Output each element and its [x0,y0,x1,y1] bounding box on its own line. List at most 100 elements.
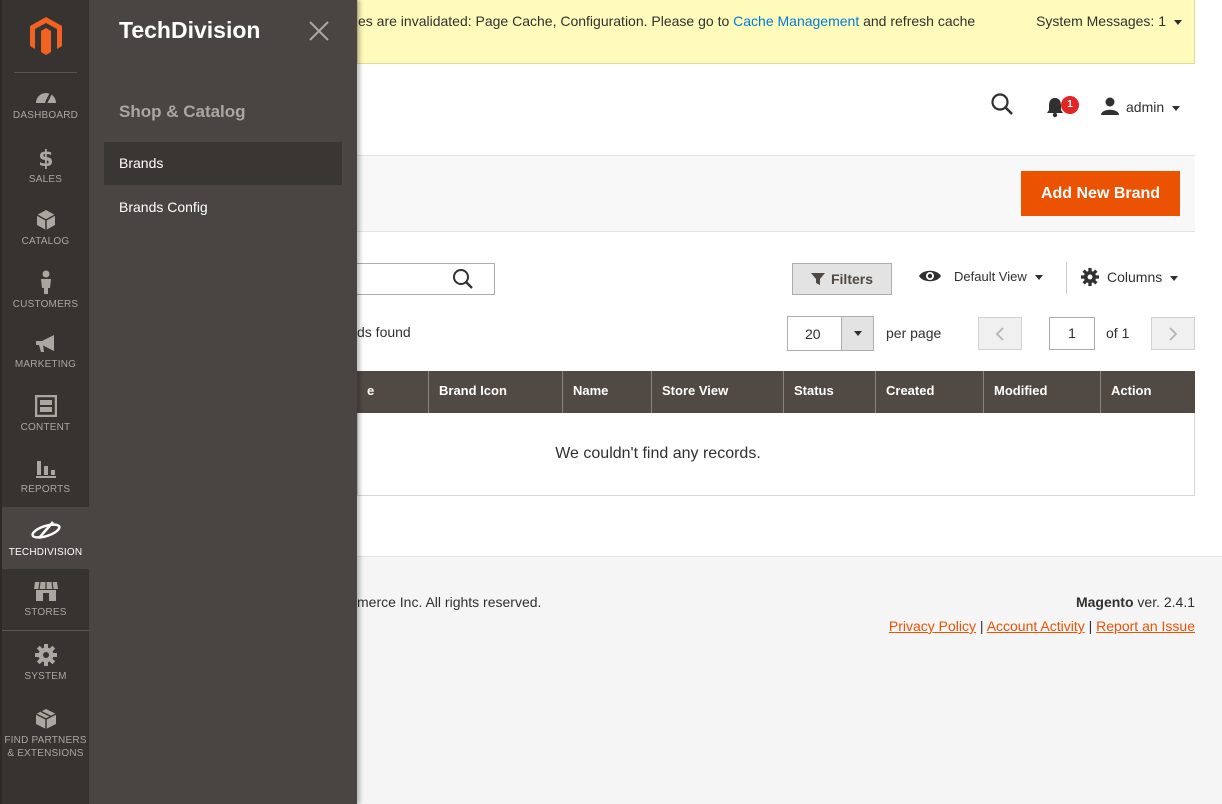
gear-icon [34,643,57,666]
filters-label: Filters [830,271,873,287]
per-page-label: per page [886,325,942,341]
add-new-brand-button[interactable]: Add New Brand [1021,171,1180,216]
nav-label: CUSTOMERS [12,298,79,310]
nav-item-stores[interactable]: STORES [2,569,89,631]
report-issue-link[interactable]: Report an Issue [1096,618,1195,634]
nav-item-system[interactable]: SYSTEM [2,632,89,694]
eye-icon [919,270,941,282]
cache-management-link[interactable]: Cache Management [733,13,859,29]
megaphone-icon [35,334,54,352]
columns-label: Columns [1107,269,1163,285]
person-icon [40,270,51,294]
version-number: ver. 2.4.1 [1133,594,1195,610]
default-view-dropdown[interactable]: Default View [918,268,1043,284]
techdivision-flyout-menu: TechDivision Shop & Catalog Brands Brand… [89,0,357,804]
nav-item-find-partners[interactable]: FIND PARTNERS & EXTENSIONS [2,694,89,770]
magento-brand: Magento [1075,594,1134,610]
admin-sidebar: DASHBOARD $ SALES CATALOG CUSTOMERS MARK… [0,0,89,804]
magento-logo[interactable] [14,0,77,73]
notification-count-badge: 1 [1061,96,1079,114]
footer-links: Privacy Policy | Account Activity | Repo… [888,618,1195,634]
column-header-status[interactable]: Status [783,371,875,413]
magento-logo-icon [29,17,62,55]
dollar-icon: $ [38,147,54,169]
nav-item-marketing[interactable]: MARKETING [2,321,89,383]
records-found-text: ds found [357,324,411,340]
nav-item-techdivision[interactable]: TECHDIVISION [2,507,89,569]
close-button[interactable] [308,20,330,42]
chevron-down-icon [1034,274,1043,280]
grid-body: We couldn't find any records. [357,413,1195,496]
nav-item-customers[interactable]: CUSTOMERS [2,259,89,321]
admin-username: admin [1126,99,1165,115]
nav-item-content[interactable]: CONTENT [2,383,89,445]
boxes-icon [35,709,56,729]
system-messages-toggle[interactable]: System Messages: 1 [1036,13,1182,29]
column-header-created[interactable]: Created [875,371,983,413]
per-page-toggle[interactable] [841,317,873,350]
nav-label: TECHDIVISION [8,546,83,558]
next-page-button[interactable] [1151,317,1195,350]
chevron-right-icon [1169,326,1178,341]
flyout-section-title: Shop & Catalog [119,102,246,121]
search-submit-button[interactable] [452,268,474,293]
search-icon [453,269,473,289]
nav-label: STORES [24,607,67,618]
filters-button[interactable]: Filters [792,263,892,295]
nav-label-line2: & EXTENSIONS [7,748,84,759]
layout-icon [34,394,57,417]
filter-icon [810,273,825,285]
column-header-brand-icon[interactable]: Brand Icon [428,371,562,413]
columns-dropdown[interactable]: Columns [1081,268,1179,286]
nav-item-dashboard[interactable]: DASHBOARD [2,73,89,135]
system-message-suffix: and refresh cache [859,13,976,29]
nav-label: CATALOG [21,235,70,247]
global-search-button[interactable] [990,92,1014,119]
search-icon [991,93,1013,115]
nav-item-reports[interactable]: REPORTS [2,445,89,507]
chevron-down-icon [1174,19,1182,25]
admin-user-menu[interactable]: admin [1100,97,1181,115]
toolbar-divider [1066,262,1067,294]
chevron-down-icon [853,331,862,336]
privacy-policy-link[interactable]: Privacy Policy [889,618,976,634]
column-header-name[interactable]: Name [562,371,651,413]
copyright-text: merce Inc. All rights reserved. [357,594,542,610]
magento-version: Magento ver. 2.4.1 [1076,594,1195,610]
column-header[interactable]: e [357,371,428,413]
gear-icon [1081,268,1099,286]
svg-text:$: $ [38,147,54,169]
storefront-icon [33,581,58,601]
user-icon [1101,97,1119,115]
column-header-action: Action [1100,371,1195,413]
nav-label: SYSTEM [24,670,67,682]
previous-page-button[interactable] [978,317,1022,350]
column-header-modified[interactable]: Modified [983,371,1100,413]
cube-icon [36,209,55,230]
system-messages-bar: es are invalidated: Page Cache, Configur… [357,0,1195,64]
nav-label: REPORTS [20,483,71,495]
close-icon [309,21,329,41]
keyword-search-input[interactable] [357,263,495,295]
per-page-value: 20 [805,326,821,342]
column-header-store-view[interactable]: Store View [651,371,783,413]
nav-label: MARKETING [14,358,77,370]
techdivision-logo-icon [30,520,61,539]
nav-label: CONTENT [20,421,71,433]
per-page-select[interactable]: 20 [787,316,874,351]
nav-item-sales[interactable]: $ SALES [2,135,89,197]
flyout-link-brands-config[interactable]: Brands Config [104,186,342,229]
nav-label-line1: FIND PARTNERS [4,735,87,746]
page-total-label: of 1 [1106,325,1130,341]
nav-item-catalog[interactable]: CATALOG [2,197,89,259]
page-number-input[interactable]: 1 [1049,317,1095,350]
system-messages-count: System Messages: 1 [1036,13,1166,29]
grid-header: e Brand Icon Name Store View Status Crea… [357,371,1195,413]
chevron-down-icon [1170,275,1179,281]
flyout-link-brands[interactable]: Brands [104,142,342,185]
account-activity-link[interactable]: Account Activity [987,618,1085,634]
system-message-text: es are invalidated: Page Cache, Configur… [358,13,975,29]
flyout-title: TechDivision [119,17,261,43]
nav-label: SALES [28,173,63,185]
system-message-prefix: es are invalidated: Page Cache, Configur… [358,13,734,29]
